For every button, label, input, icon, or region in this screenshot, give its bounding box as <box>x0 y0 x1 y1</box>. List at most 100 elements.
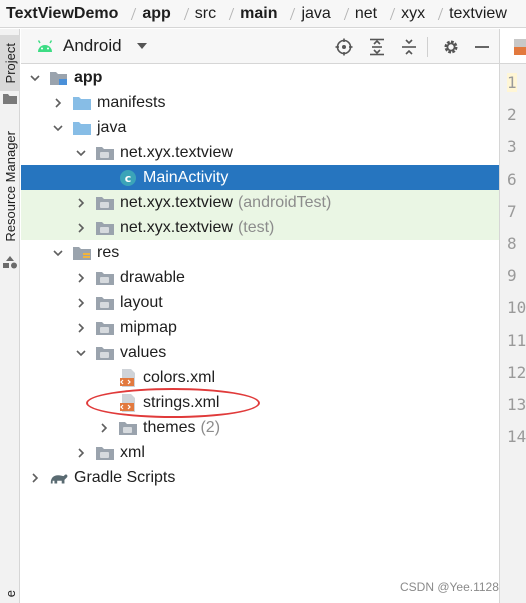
editor-line-number: 2 <box>507 105 517 125</box>
tree-item-layout[interactable]: layout <box>21 290 499 315</box>
class-icon: c <box>118 169 138 187</box>
chevron-right-icon[interactable] <box>29 465 41 490</box>
chevron-down-icon[interactable] <box>75 340 87 365</box>
tree-item-label: Gradle Scripts <box>74 468 176 486</box>
project-toolbar: Android <box>21 29 499 64</box>
tree-item-net-xyx-textview[interactable]: net.xyx.textview <box>21 140 499 165</box>
breadcrumb: TextViewDemo app src main java net xyx textview <box>0 0 526 28</box>
breadcrumb-item[interactable]: java <box>301 5 330 23</box>
chevron-down-icon[interactable] <box>75 140 87 165</box>
package-folder-icon <box>95 444 115 462</box>
editor-line-number: 8 <box>507 234 517 253</box>
minimize-button[interactable] <box>472 37 492 57</box>
tree-item-label: drawable <box>120 268 185 286</box>
editor-line-number: 3 <box>507 137 517 157</box>
collapse-all-icon <box>402 39 416 55</box>
tree-item-qualifier: (test) <box>237 218 275 236</box>
project-tool-tab[interactable]: Project <box>0 35 20 91</box>
chevron-right-icon[interactable] <box>75 315 87 340</box>
tree-item-label: values <box>120 343 167 361</box>
tree-item-mainactivity[interactable]: c MainActivity <box>21 165 499 190</box>
chevron-right-icon[interactable] <box>75 265 87 290</box>
breadcrumb-item[interactable]: net <box>355 5 377 23</box>
locate-button[interactable] <box>334 37 354 57</box>
chevron-right-icon[interactable] <box>98 415 110 440</box>
tree-item-gradle-scripts[interactable]: Gradle Scripts <box>21 465 499 490</box>
tree-item-res[interactable]: res <box>21 240 499 265</box>
minimize-icon <box>475 46 489 48</box>
package-folder-icon <box>95 144 115 162</box>
tree-item-net-xyx-textview[interactable]: net.xyx.textview (test) <box>21 215 499 240</box>
chevron-right-icon[interactable] <box>75 190 87 215</box>
package-folder-icon <box>95 319 115 337</box>
editor-line-number: 10 <box>507 298 526 318</box>
expand-all-button[interactable] <box>367 37 387 57</box>
chevron-right-icon[interactable] <box>75 215 87 240</box>
breadcrumb-item[interactable]: main <box>240 5 277 23</box>
tree-item-label: layout <box>120 293 163 311</box>
toolbar-separator <box>427 37 428 57</box>
view-selector-dropdown[interactable]: Android <box>36 36 147 56</box>
breadcrumb-item[interactable]: xyx <box>401 5 425 23</box>
tree-item-mipmap[interactable]: mipmap <box>21 315 499 340</box>
tree-item-themes[interactable]: themes (2) <box>21 415 499 440</box>
tree-item-app[interactable]: app <box>21 65 499 90</box>
tree-item-values[interactable]: values <box>21 340 499 365</box>
chevron-down-icon[interactable] <box>52 115 64 140</box>
breadcrumb-item[interactable]: app <box>142 5 170 23</box>
svg-text:c: c <box>125 172 132 185</box>
chevron-right-icon[interactable] <box>52 90 64 115</box>
left-tool-stripe: Project Resource Manager e <box>0 29 20 603</box>
android-icon <box>37 40 53 52</box>
locate-icon <box>335 38 353 56</box>
breadcrumb-item[interactable]: textview <box>449 5 507 23</box>
editor-gutter: 1 2 3 6 7 8 9 10 11 12 13 14 <box>499 29 526 603</box>
chevron-down-icon[interactable] <box>52 240 64 265</box>
chevron-down-icon[interactable] <box>29 65 41 90</box>
resource-manager-tool-tab[interactable]: Resource Manager <box>0 125 20 247</box>
folder-icon <box>72 119 92 137</box>
view-selector-label: Android <box>63 36 122 55</box>
tree-item-label: java <box>97 118 127 136</box>
breadcrumb-separator <box>432 5 441 23</box>
editor-line-number: 7 <box>507 201 517 221</box>
editor-line-number: 11 <box>507 330 526 350</box>
editor-line-number: 12 <box>507 362 526 382</box>
tree-item-java[interactable]: java <box>21 115 499 140</box>
tree-item-colors-xml[interactable]: colors.xml <box>21 365 499 390</box>
breadcrumb-separator <box>384 5 393 23</box>
breadcrumb-item[interactable]: src <box>195 5 216 23</box>
editor-line-number: 14 <box>507 427 526 447</box>
package-folder-icon <box>95 344 115 362</box>
tree-item-qualifier: (2) <box>200 418 221 436</box>
tree-item-label: net.xyx.textview <box>120 193 233 211</box>
tree-item-manifests[interactable]: manifests <box>21 90 499 115</box>
breadcrumb-item[interactable]: TextViewDemo <box>6 5 118 23</box>
tree-item-xml[interactable]: xml <box>21 440 499 465</box>
tree-item-label: manifests <box>97 93 166 111</box>
chevron-right-icon[interactable] <box>75 290 87 315</box>
editor-line-number: 9 <box>507 266 517 286</box>
tree-item-drawable[interactable]: drawable <box>21 265 499 290</box>
tree-item-label: xml <box>120 443 145 461</box>
folder-icon <box>3 94 17 104</box>
tree-item-label: app <box>74 68 103 86</box>
breadcrumb-separator <box>178 5 187 23</box>
collapse-all-button[interactable] <box>399 37 419 57</box>
chevron-right-icon[interactable] <box>75 440 87 465</box>
editor-line-number: 13 <box>507 395 526 414</box>
package-folder-icon <box>95 294 115 312</box>
resource-manager-icon <box>3 256 17 269</box>
tree-item-net-xyx-textview[interactable]: net.xyx.textview (androidTest) <box>21 190 499 215</box>
package-folder-icon <box>95 219 115 237</box>
tree-item-label: colors.xml <box>143 368 216 386</box>
editor-tab[interactable] <box>500 29 526 64</box>
package-folder-icon <box>118 419 138 437</box>
tree-item-label: res <box>97 243 120 261</box>
gear-icon <box>444 40 458 54</box>
settings-button[interactable] <box>441 37 461 57</box>
resource-manager-tool-tab-label: Resource Manager <box>2 130 18 242</box>
resource-folder-icon <box>72 244 92 262</box>
bottom-tool-tab-fragment[interactable]: e <box>0 585 20 603</box>
